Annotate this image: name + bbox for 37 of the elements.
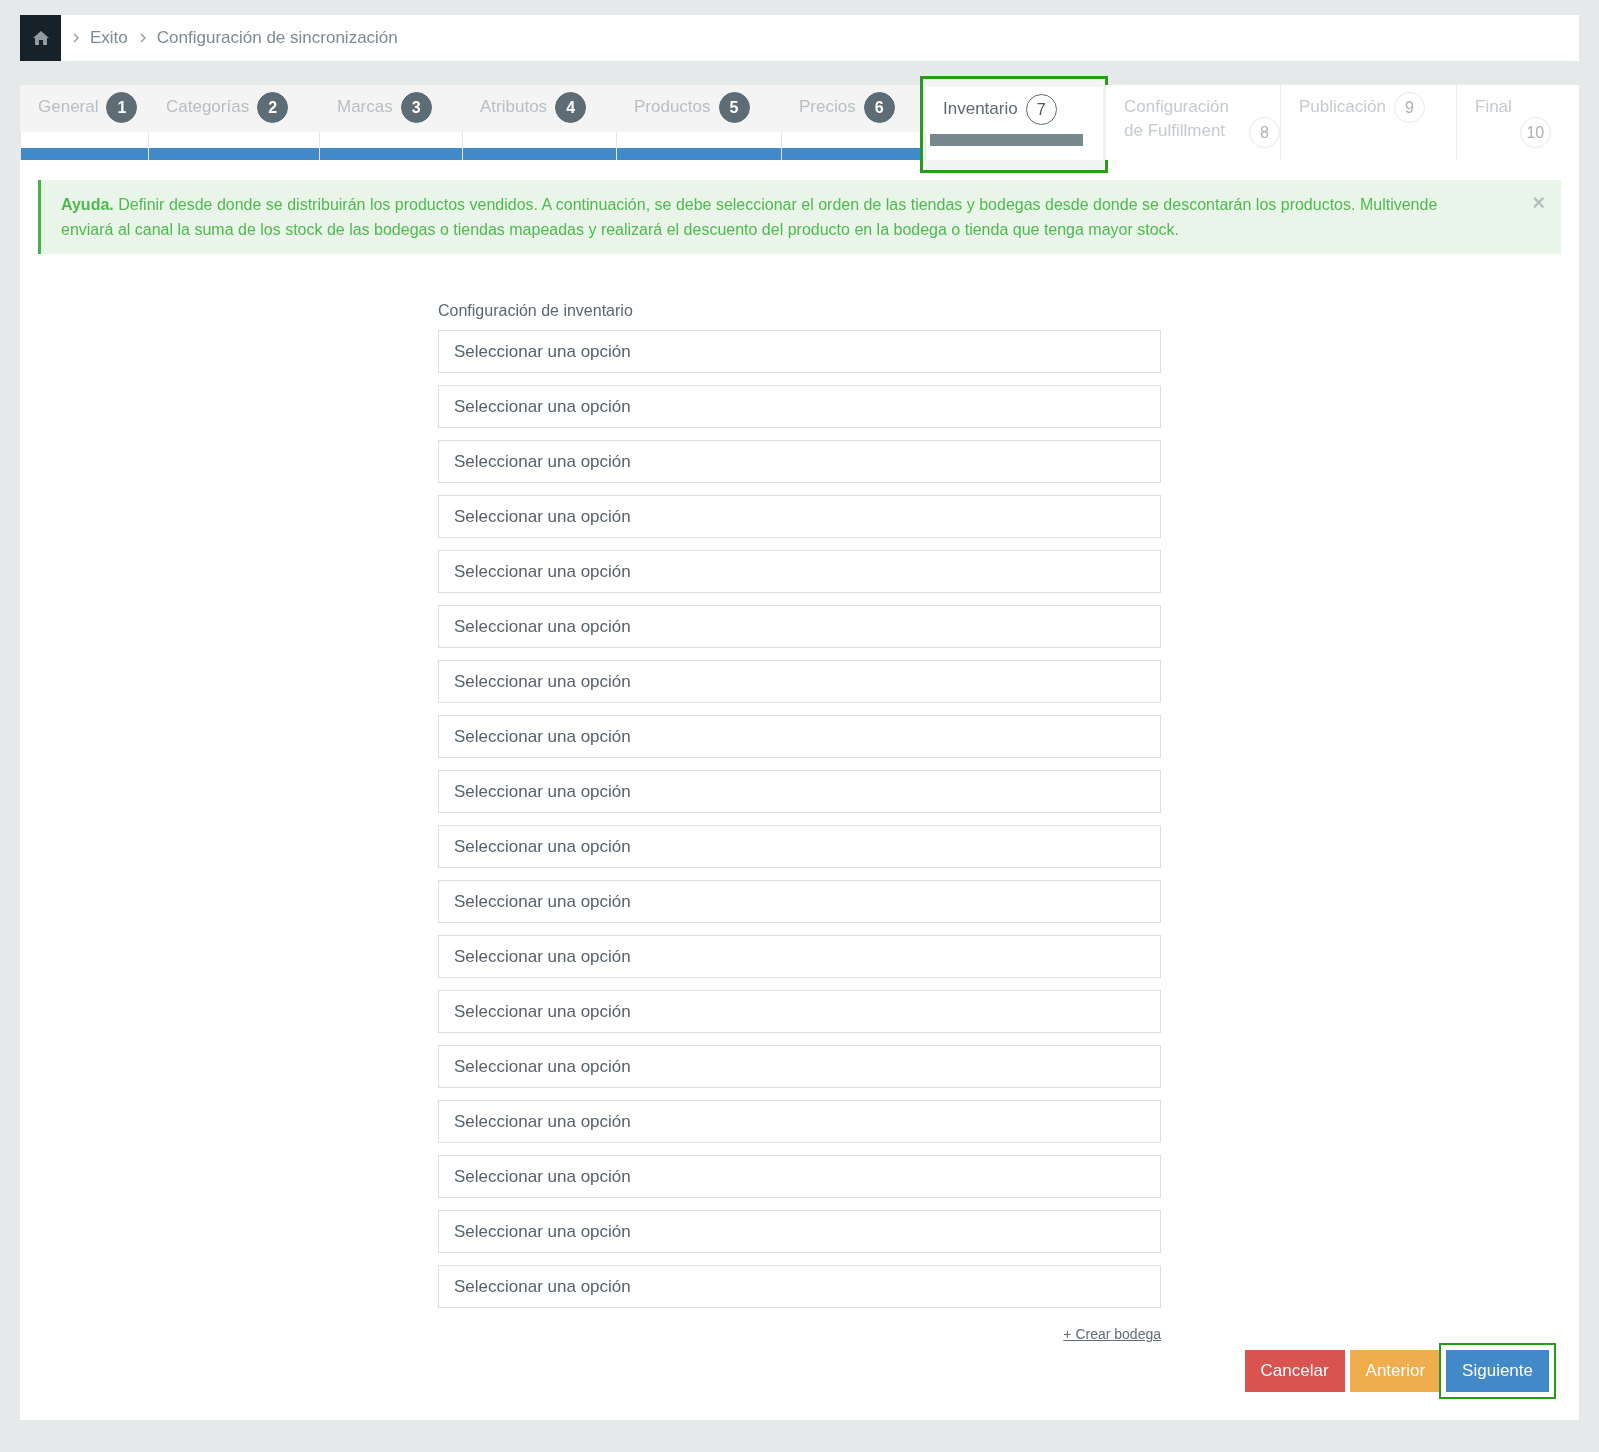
home-icon[interactable]	[20, 15, 61, 61]
step-number: 5	[718, 92, 750, 123]
step-number: 3	[400, 92, 432, 123]
select-field[interactable]: Seleccionar una opción	[438, 440, 1161, 483]
step-number: 9	[1393, 92, 1425, 123]
select-field[interactable]: Seleccionar una opción	[438, 825, 1161, 868]
step-number: 2	[257, 92, 289, 123]
help-text: Ayuda. Definir desde donde se distribuirán los productos vendidos. A continuación, se debe seleccionar el orden de las tiendas y bodegas desde donde se descontarán los productos. Multivende enviará al canal la suma de los stock de las bodegas o tiendas mapeadas y realizará el descuento del producto en la bodega o tienda que tenga mayor stock.	[61, 196, 1438, 238]
select-field[interactable]: Seleccionar una opción	[438, 715, 1161, 758]
select-field[interactable]: Seleccionar una opción	[438, 1155, 1161, 1198]
select-field[interactable]: Seleccionar una opción	[438, 990, 1161, 1033]
step-number: 1	[106, 92, 138, 123]
select-field[interactable]: Seleccionar una opción	[438, 880, 1161, 923]
select-field[interactable]: Seleccionar una opción	[438, 495, 1161, 538]
step-number: 6	[863, 92, 895, 123]
select-field[interactable]: Seleccionar una opción	[438, 1210, 1161, 1253]
select-field[interactable]: Seleccionar una opción	[438, 935, 1161, 978]
select-field[interactable]: Seleccionar una opción	[438, 550, 1161, 593]
step-number: 8	[1249, 117, 1280, 148]
action-button[interactable]: Cancelar	[1244, 1350, 1345, 1392]
breadcrumb-item[interactable]: Exito	[90, 28, 128, 48]
create-warehouse-link[interactable]: + Crear bodega	[1063, 1326, 1161, 1342]
select-field[interactable]: Seleccionar una opción	[438, 1265, 1161, 1308]
step-number: 10	[1519, 117, 1551, 148]
breadcrumb-item: Configuración de sincronización	[156, 28, 398, 48]
select-field[interactable]: Seleccionar una opción	[438, 330, 1161, 373]
step-number: 4	[555, 92, 587, 123]
select-field[interactable]: Seleccionar una opción	[438, 1100, 1161, 1143]
select-field[interactable]: Seleccionar una opción	[438, 1045, 1161, 1088]
select-field[interactable]: Seleccionar una opción	[438, 660, 1161, 703]
select-field[interactable]: Seleccionar una opción	[438, 385, 1161, 428]
step-tab[interactable]: Inventario 7	[921, 77, 1107, 172]
action-button[interactable]: Siguiente	[1446, 1350, 1549, 1392]
select-field[interactable]: Seleccionar una opción	[438, 770, 1161, 813]
select-field[interactable]: Seleccionar una opción	[438, 605, 1161, 648]
field-label: Configuración de inventario	[438, 302, 634, 320]
step-number: 7	[1025, 94, 1057, 125]
